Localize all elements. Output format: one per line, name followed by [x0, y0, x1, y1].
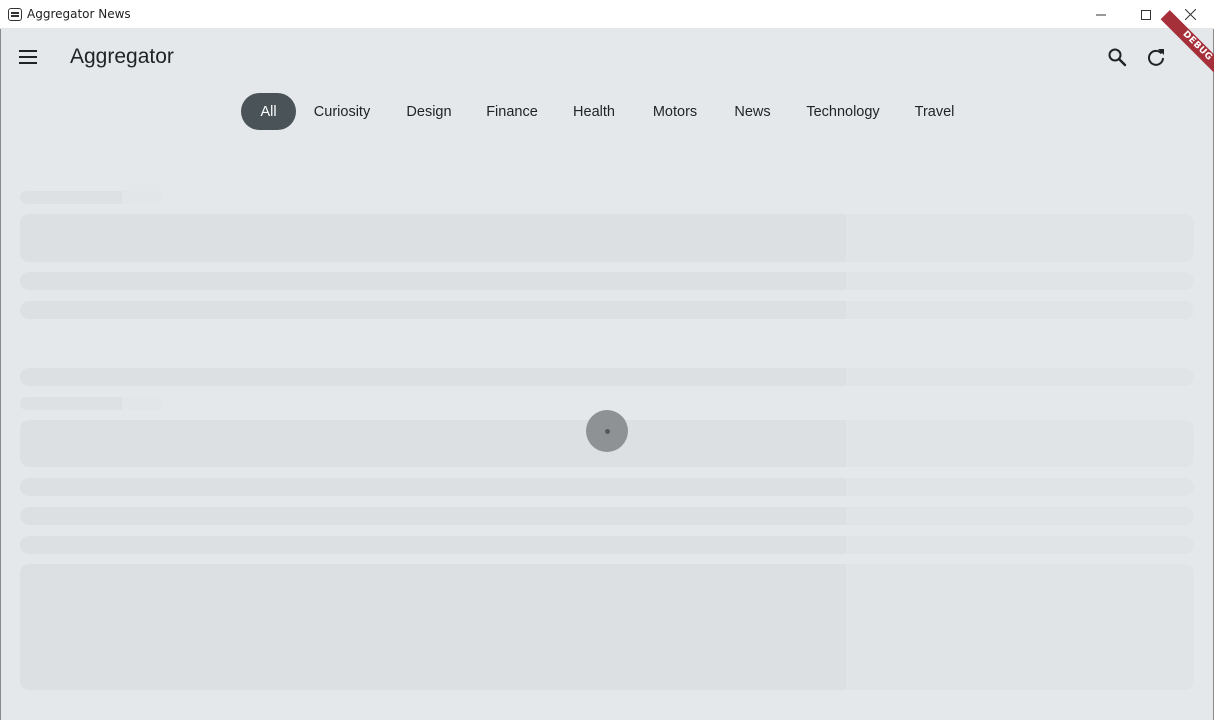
skeleton-title-block	[20, 214, 1194, 262]
chip-label: All	[260, 103, 277, 120]
category-chip-curiosity[interactable]: Curiosity	[306, 93, 378, 130]
app-icon	[8, 8, 22, 21]
skeleton-text-line	[20, 301, 1194, 319]
chip-label: Travel	[914, 103, 955, 120]
minimize-icon	[1095, 14, 1106, 15]
maximize-button[interactable]	[1123, 0, 1168, 29]
skeleton-text-line	[20, 368, 1194, 386]
hamburger-menu-icon-line	[19, 56, 37, 58]
category-chip-finance[interactable]: Finance	[478, 93, 546, 130]
minimize-button[interactable]	[1078, 0, 1123, 29]
window-frame-left	[0, 29, 1, 720]
maximize-icon	[1140, 9, 1151, 20]
category-chip-news[interactable]: News	[725, 93, 780, 130]
menu-button[interactable]	[14, 44, 42, 70]
chip-label: News	[734, 103, 771, 120]
loading-spinner	[586, 410, 628, 452]
refresh-button[interactable]	[1143, 44, 1169, 70]
search-button[interactable]	[1104, 44, 1130, 70]
skeleton-source-label	[20, 191, 163, 204]
chip-label: Motors	[652, 103, 698, 120]
close-icon	[1185, 9, 1196, 20]
window-title-bar: Aggregator News	[0, 0, 1214, 29]
category-chip-design[interactable]: Design	[397, 93, 461, 130]
skeleton-text-line	[20, 478, 1194, 496]
skeleton-text-line	[20, 272, 1194, 290]
window-title: Aggregator News	[27, 7, 131, 21]
search-icon	[1108, 48, 1127, 67]
chip-label: Technology	[806, 103, 880, 120]
refresh-icon	[1148, 49, 1164, 66]
chip-label: Finance	[486, 103, 538, 120]
category-chip-motors[interactable]: Motors	[642, 93, 708, 130]
app-title: Aggregator	[70, 45, 174, 68]
category-chip-health[interactable]: Health	[563, 93, 625, 130]
chip-label: Curiosity	[313, 103, 371, 120]
category-chip-all[interactable]: All	[241, 93, 296, 130]
spinner-dot	[604, 428, 610, 434]
hamburger-menu-icon-line	[19, 62, 37, 64]
category-chip-technology[interactable]: Technology	[797, 93, 889, 130]
hamburger-menu-icon	[19, 50, 37, 52]
category-chip-travel[interactable]: Travel	[906, 93, 963, 130]
skeleton-text-line	[20, 507, 1194, 525]
chip-label: Design	[406, 103, 452, 120]
skeleton-source-label	[20, 397, 163, 410]
skeleton-image-block	[20, 564, 1194, 690]
chip-label: Health	[573, 103, 615, 120]
skeleton-text-line	[20, 536, 1194, 554]
